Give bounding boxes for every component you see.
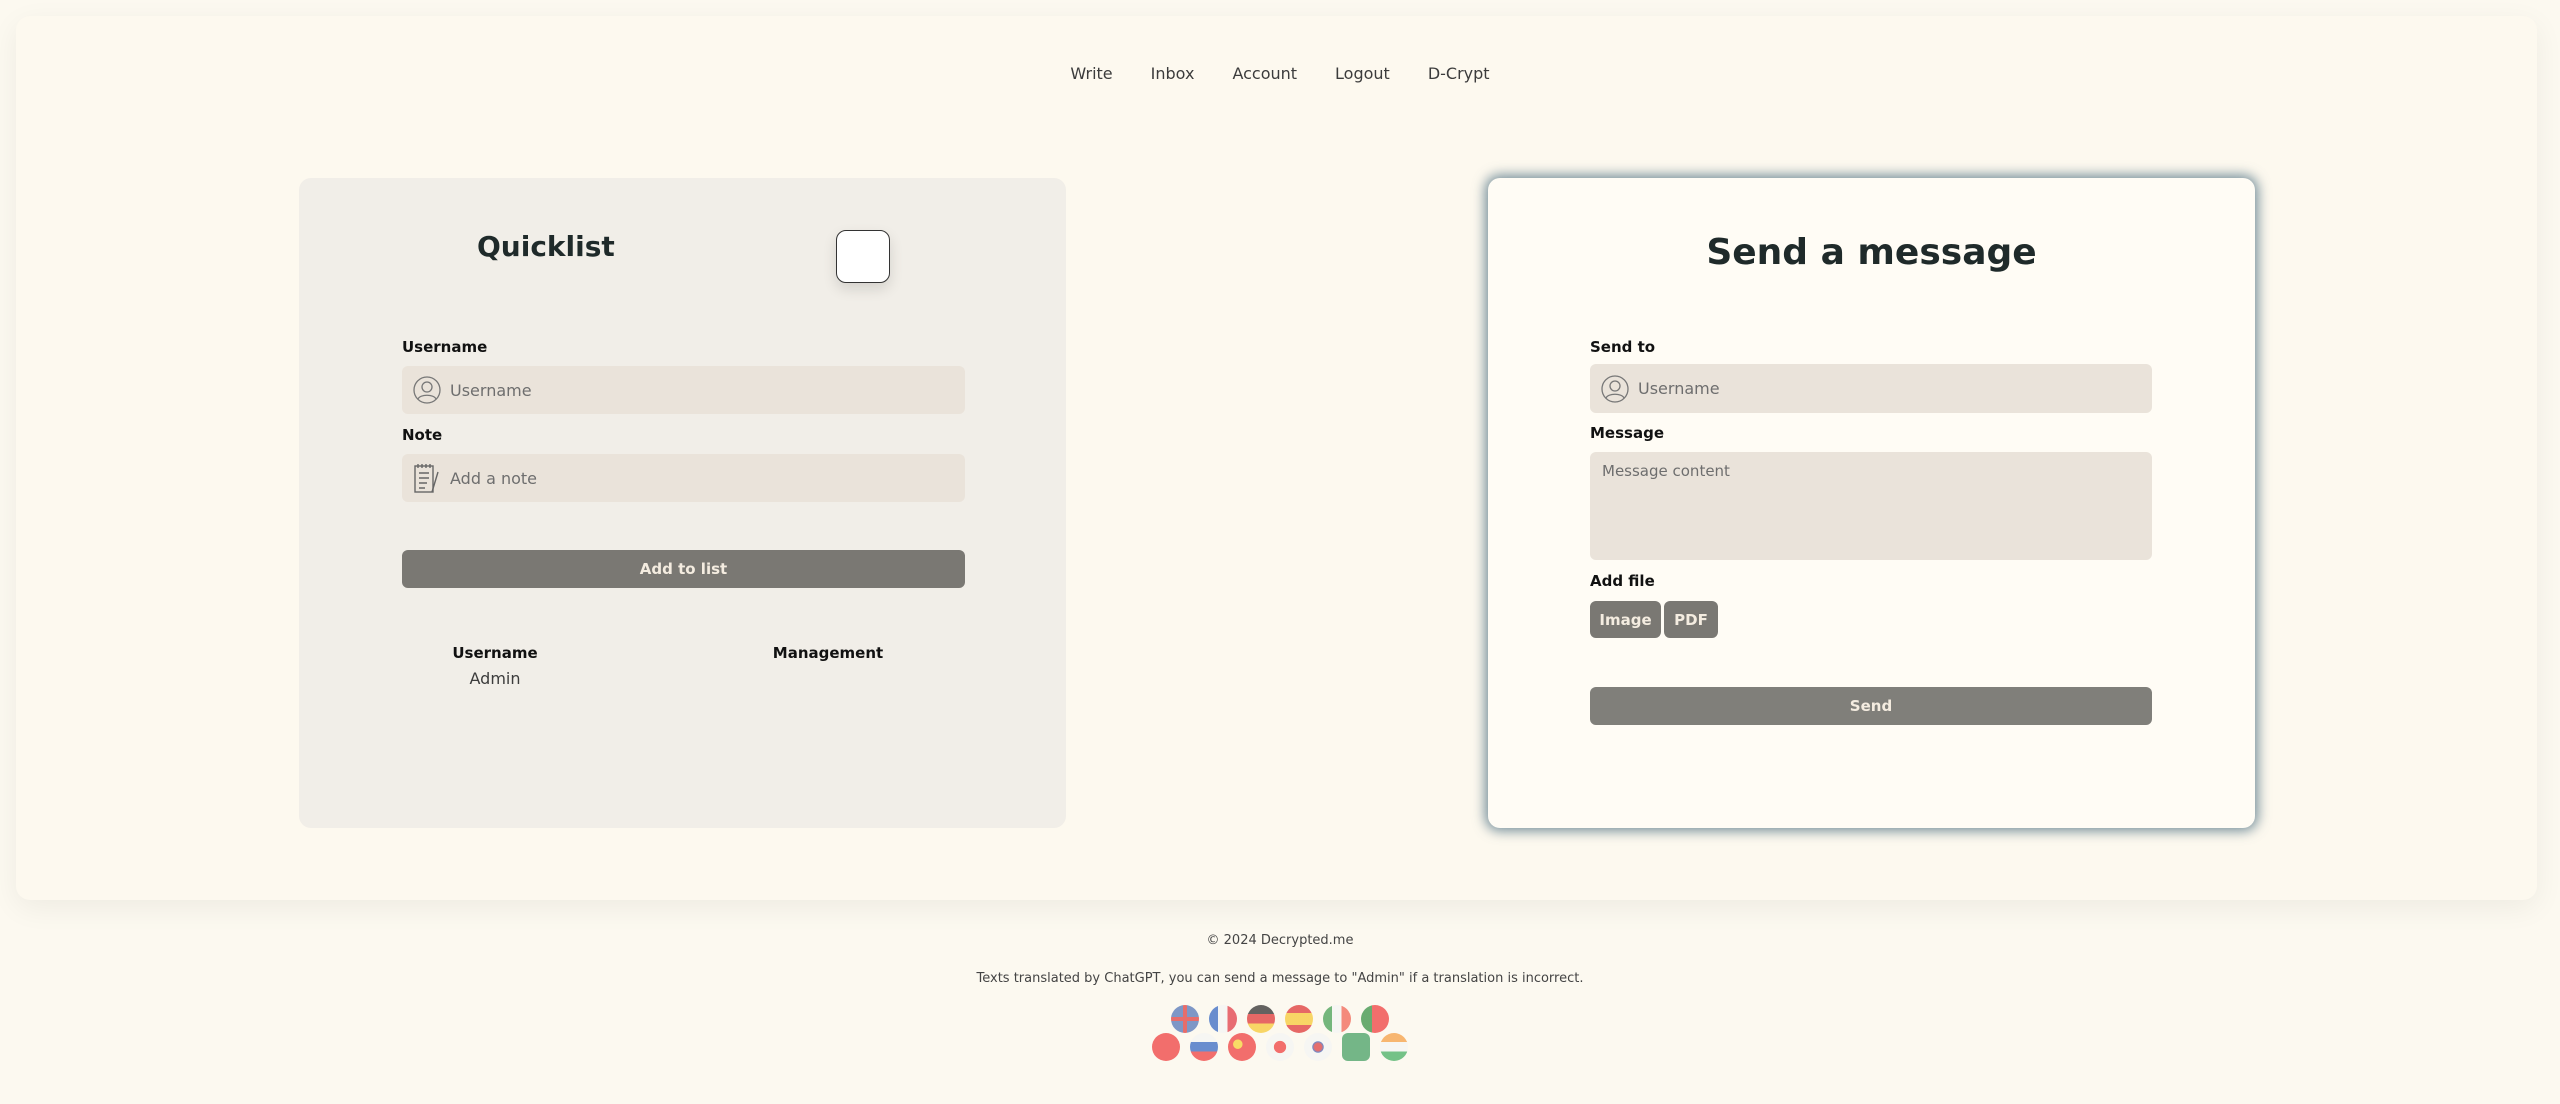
- user-icon: [1601, 374, 1629, 403]
- quicklist-title: Quicklist: [477, 230, 615, 263]
- message-label: Message: [1590, 424, 1664, 442]
- quicklist-card: Quicklist Username Username Note Add a n…: [299, 178, 1066, 828]
- language-flags-row-1: [0, 1005, 2560, 1033]
- top-nav: Write Inbox Account Logout D-Crypt: [0, 64, 2560, 83]
- nav-write[interactable]: Write: [1070, 64, 1112, 83]
- username-label: Username: [402, 338, 488, 356]
- add-file-label: Add file: [1590, 572, 1655, 590]
- spanish-flag-icon[interactable]: [1285, 1005, 1313, 1033]
- send-to-placeholder: Username: [1638, 379, 1720, 398]
- japanese-flag-icon[interactable]: [1266, 1033, 1294, 1061]
- send-button[interactable]: Send: [1590, 687, 2152, 725]
- username-placeholder: Username: [450, 380, 532, 400]
- quicklist-note-input[interactable]: Add a note: [402, 454, 965, 502]
- language-flags-row-2: [0, 1033, 2560, 1061]
- translation-note: Texts translated by ChatGPT, you can sen…: [976, 971, 1584, 986]
- nav-inbox[interactable]: Inbox: [1151, 64, 1195, 83]
- send-message-title: Send a message: [1706, 232, 2037, 273]
- user-icon: [413, 376, 441, 404]
- english-flag-icon[interactable]: [1171, 1005, 1199, 1033]
- pdf-upload-button[interactable]: PDF: [1664, 601, 1718, 638]
- russian-flag-icon[interactable]: [1190, 1033, 1218, 1061]
- image-upload-button[interactable]: Image: [1590, 601, 1661, 638]
- nav-d-crypt[interactable]: D-Crypt: [1428, 64, 1490, 83]
- send-to-label: Send to: [1590, 338, 1656, 356]
- send-message-card: Send a message Send to Username Message …: [1488, 178, 2255, 828]
- quicklist-username-input[interactable]: Username: [402, 366, 965, 414]
- nav-account[interactable]: Account: [1232, 64, 1297, 83]
- quicklist-toggle-button[interactable]: [836, 230, 890, 283]
- german-flag-icon[interactable]: [1247, 1005, 1275, 1033]
- nav-logout[interactable]: Logout: [1335, 64, 1390, 83]
- italian-flag-icon[interactable]: [1323, 1005, 1351, 1033]
- add-to-list-button[interactable]: Add to list: [402, 550, 965, 588]
- chinese-flag-icon[interactable]: [1228, 1033, 1256, 1061]
- french-flag-icon[interactable]: [1209, 1005, 1237, 1033]
- note-placeholder: Add a note: [450, 468, 537, 488]
- message-textarea[interactable]: Message content: [1590, 452, 2152, 560]
- note-label: Note: [402, 426, 443, 444]
- indian-flag-icon[interactable]: [1380, 1033, 1408, 1061]
- table-header-username: Username: [452, 644, 538, 662]
- korean-flag-icon[interactable]: [1304, 1033, 1332, 1061]
- copyright: © 2024 Decrypted.me: [1206, 933, 1354, 948]
- portuguese-flag-icon[interactable]: [1361, 1005, 1389, 1033]
- arabic-flag-icon[interactable]: [1342, 1033, 1370, 1061]
- table-cell-username: Admin: [469, 669, 521, 688]
- message-placeholder: Message content: [1602, 462, 1730, 480]
- notepad-icon: [414, 464, 439, 493]
- turkish-flag-icon[interactable]: [1152, 1033, 1180, 1061]
- table-header-management: Management: [772, 644, 884, 662]
- send-to-input[interactable]: Username: [1590, 364, 2152, 413]
